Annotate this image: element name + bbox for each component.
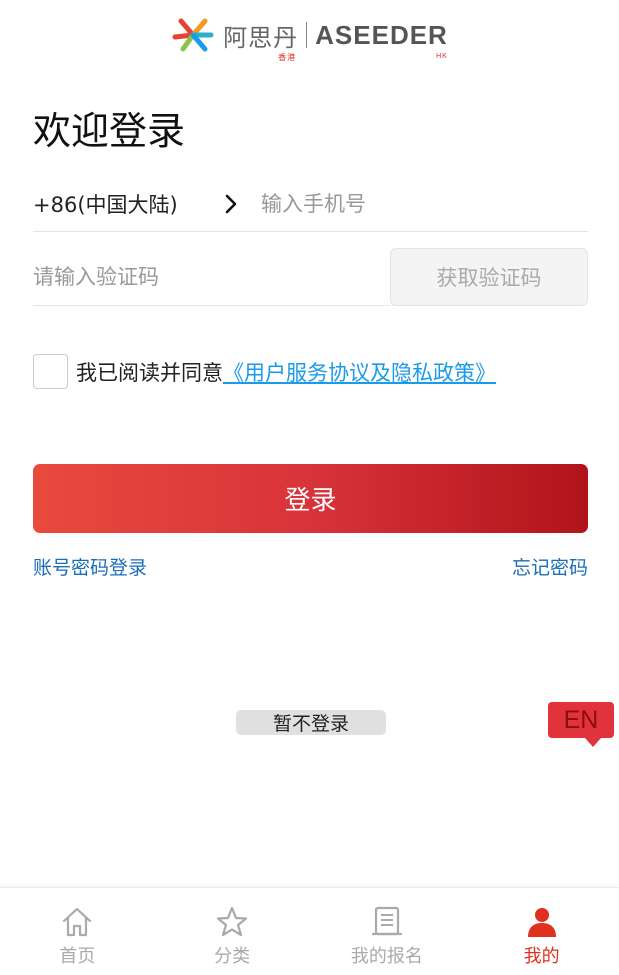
language-toggle-button[interactable]: EN (548, 702, 614, 738)
tab-my-registrations-label: 我的报名 (350, 946, 423, 967)
phone-input[interactable] (261, 191, 588, 216)
login-button[interactable]: 登录 (33, 464, 588, 533)
forgot-password-link[interactable]: 忘记密码 (512, 553, 588, 580)
tab-mine-label: 我的 (523, 946, 560, 967)
logo-chinese-subtext: 香港 (278, 52, 297, 62)
language-toggle-pointer (585, 738, 601, 747)
tab-mine[interactable]: 我的 (464, 888, 619, 975)
logo-english-subtext: HK (436, 52, 448, 60)
code-field-row: 获取验证码 (33, 248, 588, 306)
verification-code-input[interactable] (33, 248, 390, 306)
document-icon (369, 904, 405, 940)
page-title: 欢迎登录 (33, 109, 186, 153)
logo-separator (306, 22, 308, 48)
agreement-text: 我已阅读并同意 (76, 360, 223, 385)
agreement-checkbox[interactable] (33, 354, 68, 389)
skip-login-button[interactable]: 暂不登录 (236, 710, 386, 735)
tab-home[interactable]: 首页 (0, 888, 155, 975)
password-login-link[interactable]: 账号密码登录 (33, 553, 147, 580)
agreement-row: 我已阅读并同意 《用户服务协议及隐私政策》 (33, 354, 496, 389)
user-icon (524, 904, 560, 940)
tab-category[interactable]: 分类 (155, 888, 310, 975)
aseeder-mark-icon (172, 18, 214, 52)
tab-category-label: 分类 (214, 946, 251, 967)
country-code-selector[interactable]: +86(中国大陆) (33, 189, 223, 219)
logo-english-text: ASEEDER HK (315, 19, 448, 60)
bottom-tab-bar: 首页 分类 我的报名 我的 (0, 887, 619, 975)
tab-my-registrations[interactable]: 我的报名 (310, 888, 465, 975)
tab-home-label: 首页 (59, 946, 96, 967)
phone-field-row: +86(中国大陆) (33, 176, 588, 232)
logo-chinese-text: 阿思丹 香港 (223, 23, 299, 62)
get-code-button[interactable]: 获取验证码 (390, 248, 588, 306)
star-icon (214, 904, 250, 940)
brand-logo: 阿思丹 香港 ASEEDER HK (0, 14, 619, 62)
agreement-link[interactable]: 《用户服务协议及隐私政策》 (223, 357, 496, 387)
chevron-right-icon[interactable] (223, 193, 261, 215)
home-icon (59, 904, 95, 940)
